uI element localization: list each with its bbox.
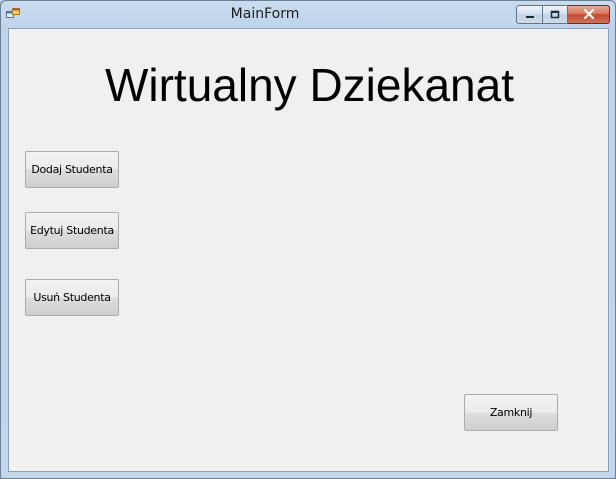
close-icon [583, 6, 595, 24]
maximize-button[interactable] [543, 5, 568, 24]
window-title: MainForm [230, 6, 300, 22]
close-window-button[interactable] [568, 5, 610, 24]
minimize-icon [525, 6, 535, 24]
minimize-button[interactable] [516, 5, 543, 24]
main-window: MainForm Wirtualny Dziekanat Dodaj Stude… [0, 0, 616, 479]
caption-buttons [516, 5, 610, 24]
page-title: Wirtualny Dziekanat [104, 59, 515, 111]
edit-student-button[interactable]: Edytuj Studenta [25, 212, 119, 249]
add-student-button[interactable]: Dodaj Studenta [25, 151, 119, 188]
form-client-area: Wirtualny Dziekanat Dodaj Studenta Edytu… [8, 28, 609, 472]
title-bar[interactable]: MainForm [1, 1, 615, 28]
close-button[interactable]: Zamknij [464, 394, 558, 431]
delete-student-button[interactable]: Usuń Studenta [25, 279, 119, 316]
maximize-icon [550, 6, 560, 24]
